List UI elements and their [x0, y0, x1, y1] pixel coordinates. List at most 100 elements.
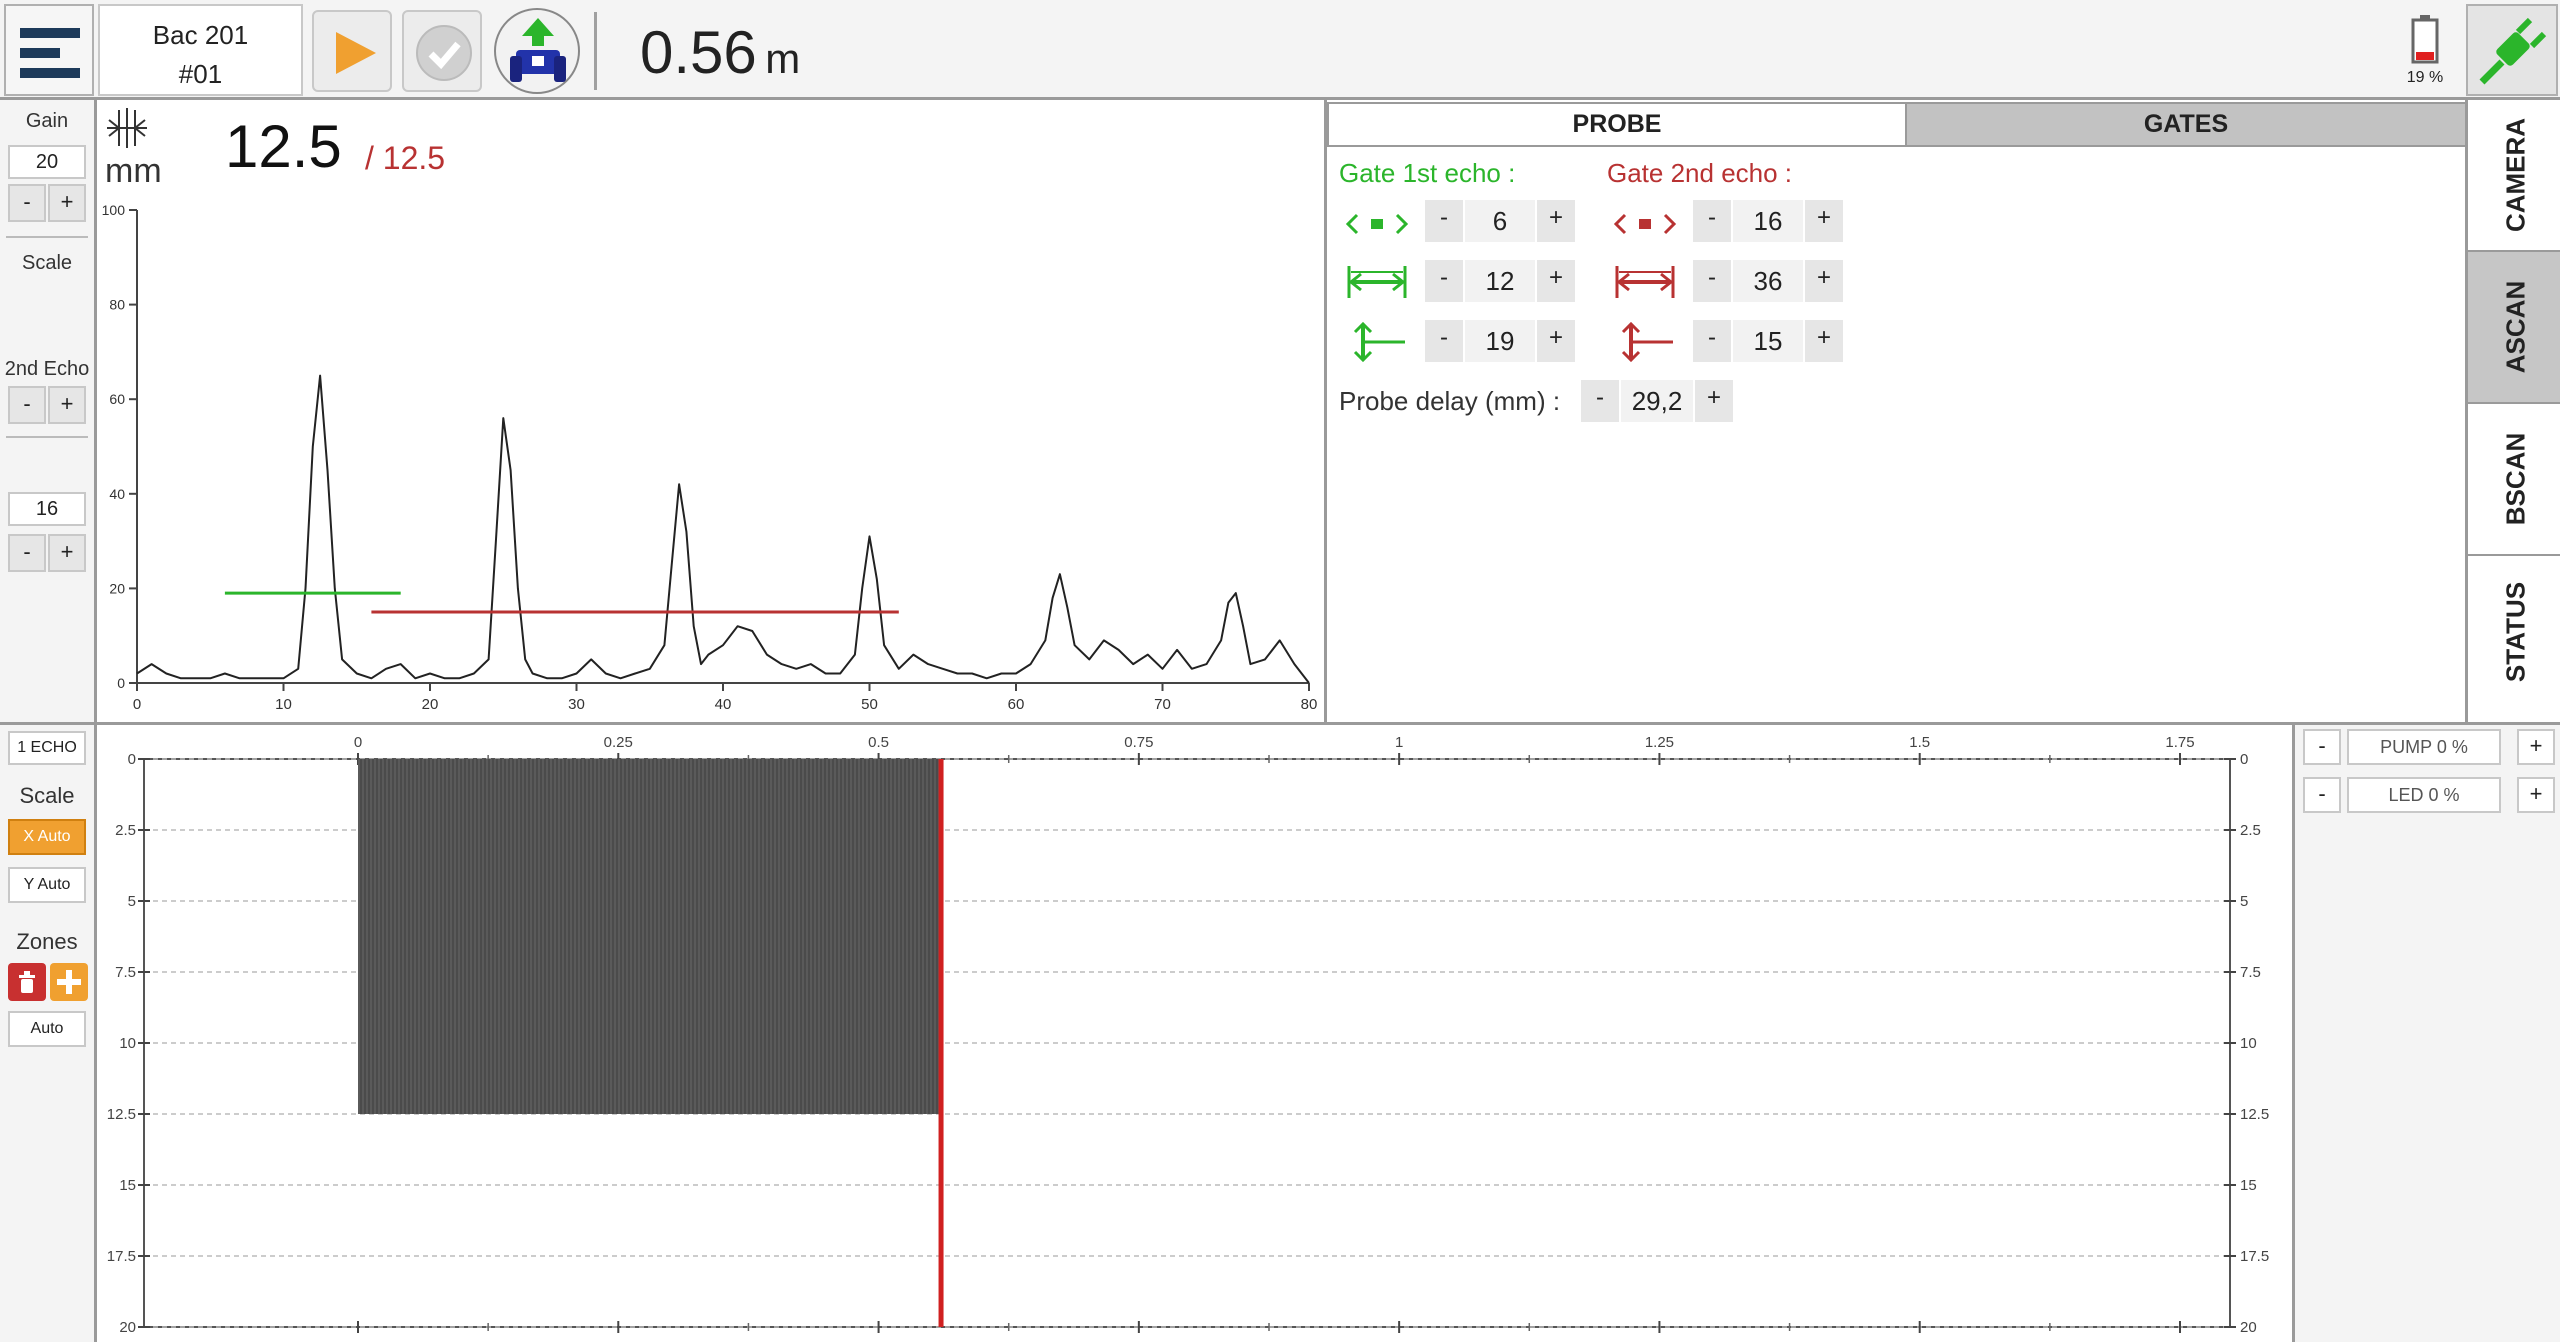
x-tick-label: 70 — [1154, 696, 1171, 713]
x-tick-label: 1.25 — [1645, 734, 1674, 751]
gate-1st-label: Gate 1st echo : — [1339, 158, 1516, 188]
delete-zone-button[interactable] — [8, 963, 46, 1001]
gate2-level-plus-button[interactable]: + — [1805, 320, 1843, 362]
y-tick-label: 10 — [2240, 1035, 2257, 1052]
probe-delay-label: Probe delay (mm) : — [1339, 386, 1561, 416]
second-echo-plus-button[interactable]: + — [48, 534, 86, 572]
probe-delay-value: 29,2 — [1621, 380, 1693, 422]
divider — [6, 236, 88, 238]
y-tick-label: 12.5 — [107, 1106, 136, 1123]
validate-button[interactable] — [402, 10, 482, 92]
bscan-left-panel: 1 ECHO Scale X Auto Y Auto Zones Auto — [0, 725, 97, 1342]
tab-probe[interactable]: PROBE — [1327, 102, 1907, 147]
tab-status[interactable]: STATUS — [2468, 556, 2560, 708]
gate1-position-minus-button[interactable]: - — [1425, 200, 1463, 242]
y-tick-label: 5 — [2240, 893, 2248, 910]
x-tick-label: 20 — [422, 696, 439, 713]
gate2-position-plus-button[interactable]: + — [1805, 200, 1843, 242]
bscan-chart: 0 02.5 2.55 57.5 7.510 1012.5 12.515 1517.5 17.5… — [107, 734, 2269, 1336]
tab-ascan[interactable]: ASCAN — [2468, 252, 2560, 404]
probe-id: #01 — [178, 59, 223, 89]
x-tick-label: 40 — [715, 696, 732, 713]
gate-level-icon — [1617, 320, 1677, 369]
gate2-level-minus-button[interactable]: - — [1693, 320, 1731, 362]
robot-button[interactable] — [494, 8, 580, 94]
x-tick-label: 50 — [861, 696, 878, 713]
zones-auto-button[interactable]: Auto — [8, 1011, 86, 1047]
second-echo-value: 16 — [8, 492, 86, 526]
x-tick-label: 1.5 — [1909, 734, 1930, 751]
x-auto-button[interactable]: X Auto — [8, 819, 86, 855]
echo-mode-button[interactable]: 1 ECHO — [8, 731, 86, 765]
battery-indicator: 19 % — [2395, 14, 2455, 96]
gain-minus-button[interactable]: - — [8, 184, 46, 222]
gate2-width-minus-button[interactable]: - — [1693, 260, 1731, 302]
tab-camera[interactable]: CAMERA — [2468, 100, 2560, 252]
gate2-width-plus-button[interactable]: + — [1805, 260, 1843, 302]
tab-bscan[interactable]: BSCAN — [2468, 404, 2560, 556]
y-tick-label: 5 — [128, 893, 136, 910]
add-zone-button[interactable] — [50, 963, 88, 1001]
y-tick-label: 17.5 — [107, 1248, 136, 1265]
left-control-panel: Gain 20 - + Scale - + 2nd Echo 16 - + — [0, 100, 97, 724]
pump-plus-button[interactable]: + — [2517, 729, 2555, 765]
gate1-position-value: 6 — [1465, 200, 1535, 242]
distance-unit: m — [765, 35, 801, 82]
y-tick-label: 10 — [119, 1035, 136, 1052]
led-plus-button[interactable]: + — [2517, 777, 2555, 813]
play-button[interactable] — [312, 10, 392, 92]
separator — [594, 12, 597, 90]
x-tick-label: 60 — [1008, 696, 1025, 713]
check-circle-icon — [414, 23, 474, 88]
gate2-position-value: 16 — [1733, 200, 1803, 242]
gate2-position-minus-button[interactable]: - — [1693, 200, 1731, 242]
gate1-position-plus-button[interactable]: + — [1537, 200, 1575, 242]
gate1-level-value: 19 — [1465, 320, 1535, 362]
led-minus-button[interactable]: - — [2303, 777, 2341, 813]
scale-label: Scale — [21, 252, 73, 274]
bscan-scale-label: Scale — [19, 783, 75, 808]
y-tick-label: 17.5 — [2240, 1248, 2269, 1265]
y-tick-label: 7.5 — [115, 964, 136, 981]
y-auto-button[interactable]: Y Auto — [8, 867, 86, 903]
bscan-panel: 0 0 2.5 2.5 5 5 7.5 7.5 10 10 12.5 12.5 15 15 17.5 17.5… — [97, 725, 2292, 1342]
ascan-panel: mm 12.5 / 12.5 0 10 20 30 40 50 60 70 80 0 20 40 60 8… — [97, 100, 1327, 724]
gate2-width-value: 36 — [1733, 260, 1803, 302]
connection-button[interactable] — [2466, 4, 2558, 96]
plus-icon — [56, 969, 82, 1000]
gain-plus-button[interactable]: + — [48, 184, 86, 222]
menu-icon — [20, 28, 80, 78]
y-tick-label: 2.5 — [115, 822, 136, 839]
y-tick-label: 60 — [109, 391, 125, 407]
menu-button[interactable] — [4, 4, 94, 96]
gate-2nd-label: Gate 2nd echo : — [1607, 158, 1793, 188]
bscan-right-panel: - PUMP 0 % + - LED 0 % + — [2292, 725, 2560, 1342]
play-icon — [334, 30, 378, 81]
gate1-level-plus-button[interactable]: + — [1537, 320, 1575, 362]
x-tick-label: 0.75 — [1124, 734, 1153, 751]
gate-position-icon — [1613, 212, 1677, 241]
second-echo-minus-button[interactable]: - — [8, 534, 46, 572]
probe-delay-plus-button[interactable]: + — [1695, 380, 1733, 422]
y-tick-label: 0 — [128, 751, 136, 768]
scale-minus-button[interactable]: - — [8, 386, 46, 424]
y-tick-label: 40 — [109, 486, 125, 502]
y-tick-label: 80 — [109, 297, 125, 313]
probe-delay-minus-button[interactable]: - — [1581, 380, 1619, 422]
x-tick-label: 0 — [354, 734, 362, 751]
gate1-width-value: 12 — [1465, 260, 1535, 302]
x-tick-label: 0.25 — [604, 734, 633, 751]
gate1-width-plus-button[interactable]: + — [1537, 260, 1575, 302]
tab-gates[interactable]: GATES — [1905, 102, 2467, 147]
gate1-width-minus-button[interactable]: - — [1425, 260, 1463, 302]
y-tick-label: 12.5 — [2240, 1106, 2269, 1123]
pump-minus-button[interactable]: - — [2303, 729, 2341, 765]
y-tick-label: 7.5 — [2240, 964, 2261, 981]
y-tick-label: 20 — [2240, 1319, 2257, 1336]
distance-value: 0.56 — [640, 19, 757, 86]
gate-width-icon — [1613, 264, 1677, 305]
gain-label: Gain — [25, 110, 69, 132]
scale-plus-button[interactable]: + — [48, 386, 86, 424]
gate1-level-minus-button[interactable]: - — [1425, 320, 1463, 362]
gate-width-icon — [1345, 264, 1409, 305]
